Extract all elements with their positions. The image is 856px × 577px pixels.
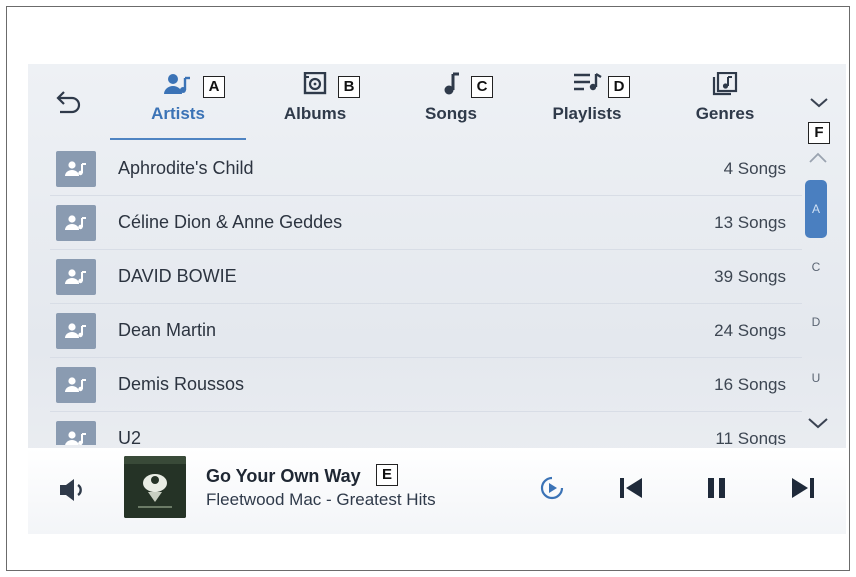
now-playing-bar: Go Your Own Way E Fleetwood Mac - Greate… (28, 448, 846, 534)
song-count: 13 Songs (714, 213, 786, 232)
artist-name: U2 (118, 428, 142, 445)
song-count: 11 Songs (715, 429, 786, 445)
list-item[interactable]: Céline Dion & Anne Geddes 13 Songs (50, 196, 802, 250)
tab-songs[interactable]: Songs (386, 64, 516, 142)
genre-icon (711, 71, 739, 98)
active-tab-indicator (110, 138, 246, 140)
artist-name: Céline Dion & Anne Geddes (118, 212, 343, 232)
tab-albums-label: Albums (283, 104, 347, 123)
chevron-up-icon[interactable] (807, 150, 829, 166)
artist-name: Dean Martin (118, 320, 217, 340)
playlist-icon (573, 72, 602, 98)
album-art (124, 456, 186, 518)
list-item[interactable]: DAVID BOWIE 39 Songs (50, 250, 802, 304)
callout-f: F (808, 122, 830, 144)
chevron-down-icon[interactable] (808, 94, 830, 112)
tab-playlists-label: Playlists (552, 104, 622, 123)
tab-songs-label: Songs (425, 104, 477, 123)
index-letter-u[interactable]: U (800, 371, 832, 385)
track-subtitle: Fleetwood Mac - Greatest Hits (206, 490, 436, 509)
tab-genres[interactable]: Genres (660, 64, 790, 142)
artist-name: DAVID BOWIE (118, 266, 237, 286)
song-count: 4 Songs (723, 159, 786, 178)
previous-track-icon[interactable] (618, 476, 644, 500)
index-letter-d[interactable]: D (800, 315, 832, 329)
alphabet-index[interactable]: F A C D U (800, 120, 840, 450)
callout-b: B (338, 76, 360, 98)
autoplay-icon[interactable] (540, 476, 564, 500)
tab-playlists[interactable]: Playlists (522, 64, 652, 142)
artist-avatar-icon (56, 313, 96, 349)
tab-artists[interactable]: Artists (110, 64, 246, 142)
artist-list[interactable]: Aphrodite's Child 4 Songs Céline Dion & … (50, 142, 802, 445)
song-count: 16 Songs (714, 375, 786, 394)
callout-e: E (376, 464, 398, 486)
tab-artists-label: Artists (151, 104, 205, 123)
list-item[interactable]: Aphrodite's Child 4 Songs (50, 142, 802, 196)
album-icon (301, 71, 329, 98)
artist-avatar-icon (56, 259, 96, 295)
media-screen: Artists A Albums B Songs C Playlists D G… (28, 64, 846, 534)
list-item[interactable]: Dean Martin 24 Songs (50, 304, 802, 358)
track-title: Go Your Own Way (206, 466, 361, 486)
artist-avatar-icon (56, 367, 96, 403)
artist-name: Demis Roussos (118, 374, 245, 394)
note-icon (437, 72, 465, 98)
chevron-down-icon[interactable] (805, 414, 831, 432)
pause-icon[interactable] (706, 476, 728, 500)
list-item[interactable]: U2 11 Songs (50, 412, 802, 445)
artist-name: Aphrodite's Child (118, 158, 254, 178)
callout-d: D (608, 76, 630, 98)
index-letter-c[interactable]: C (800, 260, 832, 274)
source-tab-bar: Artists A Albums B Songs C Playlists D G… (28, 64, 846, 142)
next-track-icon[interactable] (790, 476, 816, 500)
index-letter-a[interactable]: A (805, 180, 827, 238)
artist-avatar-icon (56, 151, 96, 187)
list-item[interactable]: Demis Roussos 16 Songs (50, 358, 802, 412)
artist-icon (164, 72, 192, 98)
song-count: 24 Songs (714, 321, 786, 340)
callout-a: A (203, 76, 225, 98)
artist-avatar-icon (56, 421, 96, 445)
tab-genres-label: Genres (695, 104, 755, 123)
artist-avatar-icon (56, 205, 96, 241)
volume-icon[interactable] (58, 476, 88, 504)
callout-c: C (471, 76, 493, 98)
back-icon[interactable] (54, 86, 84, 116)
song-count: 39 Songs (714, 267, 786, 286)
tab-albums[interactable]: Albums (250, 64, 380, 142)
